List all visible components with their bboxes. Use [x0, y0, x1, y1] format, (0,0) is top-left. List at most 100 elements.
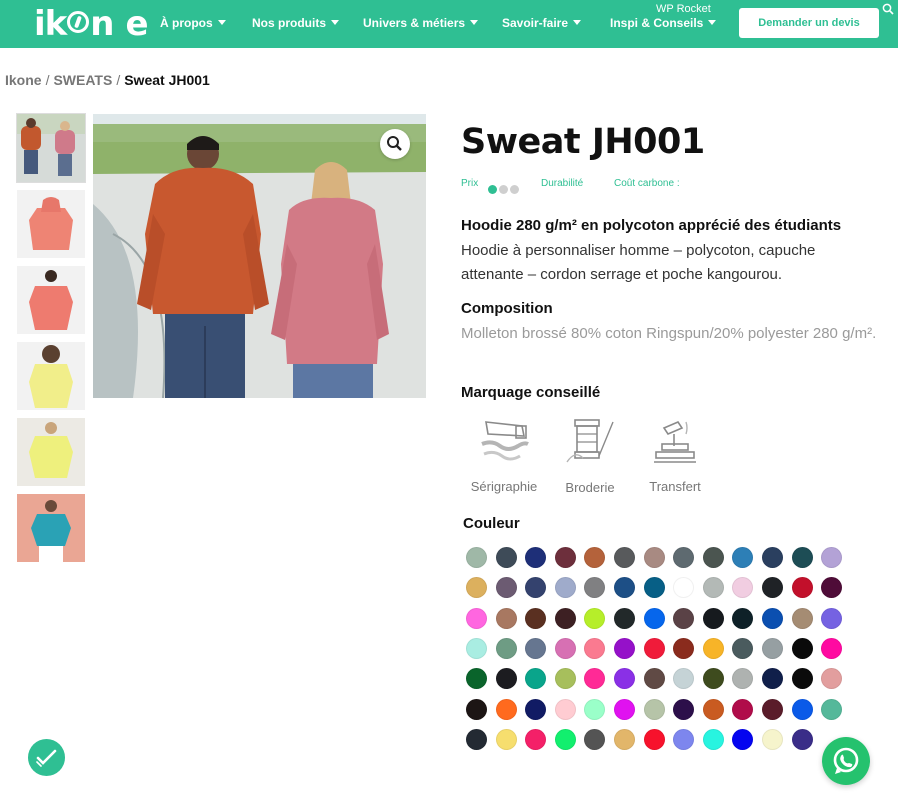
color-swatch[interactable] — [644, 547, 665, 568]
color-swatch[interactable] — [673, 638, 694, 659]
wp-rocket-label[interactable]: WP Rocket — [656, 3, 711, 15]
color-swatch[interactable] — [673, 699, 694, 720]
color-swatch[interactable] — [555, 547, 576, 568]
nav-item-nos-produits[interactable]: Nos produits — [252, 16, 339, 30]
color-swatch[interactable] — [555, 699, 576, 720]
color-swatch[interactable] — [614, 668, 635, 689]
color-swatch[interactable] — [584, 729, 605, 750]
color-swatch[interactable] — [614, 638, 635, 659]
color-swatch[interactable] — [525, 638, 546, 659]
color-swatch[interactable] — [703, 577, 724, 598]
color-swatch[interactable] — [644, 638, 665, 659]
color-swatch[interactable] — [496, 577, 517, 598]
color-swatch[interactable] — [732, 608, 753, 629]
color-swatch[interactable] — [644, 577, 665, 598]
color-swatch[interactable] — [584, 577, 605, 598]
color-swatch[interactable] — [792, 577, 813, 598]
color-swatch[interactable] — [673, 729, 694, 750]
color-swatch[interactable] — [584, 547, 605, 568]
color-swatch[interactable] — [584, 608, 605, 629]
color-swatch[interactable] — [762, 577, 783, 598]
color-swatch[interactable] — [466, 729, 487, 750]
color-swatch[interactable] — [762, 638, 783, 659]
color-swatch[interactable] — [555, 729, 576, 750]
color-swatch[interactable] — [466, 577, 487, 598]
color-swatch[interactable] — [525, 608, 546, 629]
color-swatch[interactable] — [496, 547, 517, 568]
color-swatch[interactable] — [703, 668, 724, 689]
color-swatch[interactable] — [525, 577, 546, 598]
color-swatch[interactable] — [555, 668, 576, 689]
color-swatch[interactable] — [555, 608, 576, 629]
nav-item-inspi-conseils[interactable]: Inspi & Conseils — [610, 16, 717, 30]
color-swatch[interactable] — [821, 699, 842, 720]
nav-item-univers-metiers[interactable]: Univers & métiers — [363, 16, 479, 30]
color-swatch[interactable] — [614, 699, 635, 720]
color-swatch[interactable] — [703, 547, 724, 568]
product-thumbnail[interactable] — [17, 342, 85, 410]
breadcrumb-home[interactable]: Ikone — [5, 72, 42, 88]
color-swatch[interactable] — [792, 668, 813, 689]
breadcrumb-category[interactable]: SWEATS — [53, 72, 112, 88]
nav-item-a-propos[interactable]: À propos — [160, 16, 226, 30]
color-swatch[interactable] — [496, 608, 517, 629]
product-thumbnail[interactable] — [17, 418, 85, 486]
color-swatch[interactable] — [703, 729, 724, 750]
color-swatch[interactable] — [792, 608, 813, 629]
color-swatch[interactable] — [555, 638, 576, 659]
color-swatch[interactable] — [703, 638, 724, 659]
color-swatch[interactable] — [525, 668, 546, 689]
color-swatch[interactable] — [703, 699, 724, 720]
color-swatch[interactable] — [644, 699, 665, 720]
product-main-image[interactable] — [93, 114, 426, 398]
product-thumbnail[interactable] — [16, 113, 86, 183]
color-swatch[interactable] — [732, 668, 753, 689]
search-icon[interactable] — [882, 3, 894, 15]
color-swatch[interactable] — [466, 668, 487, 689]
color-swatch[interactable] — [792, 638, 813, 659]
color-swatch[interactable] — [614, 608, 635, 629]
brand-logo[interactable]: ik n e — [34, 5, 149, 43]
color-swatch[interactable] — [821, 668, 842, 689]
color-swatch[interactable] — [762, 729, 783, 750]
color-swatch[interactable] — [525, 547, 546, 568]
color-swatch[interactable] — [496, 699, 517, 720]
color-swatch[interactable] — [762, 608, 783, 629]
color-swatch[interactable] — [762, 547, 783, 568]
color-swatch[interactable] — [466, 638, 487, 659]
color-swatch[interactable] — [703, 608, 724, 629]
color-swatch[interactable] — [821, 577, 842, 598]
color-swatch[interactable] — [525, 729, 546, 750]
color-swatch[interactable] — [496, 729, 517, 750]
color-swatch[interactable] — [466, 608, 487, 629]
trust-badge-button[interactable] — [28, 739, 65, 776]
color-swatch[interactable] — [644, 608, 665, 629]
color-swatch[interactable] — [821, 547, 842, 568]
color-swatch[interactable] — [732, 547, 753, 568]
color-swatch[interactable] — [496, 668, 517, 689]
color-swatch[interactable] — [644, 668, 665, 689]
product-thumbnail[interactable] — [17, 266, 85, 334]
color-swatch[interactable] — [614, 729, 635, 750]
zoom-button[interactable] — [380, 129, 410, 159]
color-swatch[interactable] — [732, 577, 753, 598]
color-swatch[interactable] — [466, 699, 487, 720]
color-swatch[interactable] — [584, 699, 605, 720]
color-swatch[interactable] — [732, 638, 753, 659]
color-swatch[interactable] — [644, 729, 665, 750]
color-swatch[interactable] — [673, 547, 694, 568]
color-swatch[interactable] — [792, 547, 813, 568]
color-swatch[interactable] — [496, 638, 517, 659]
color-swatch[interactable] — [584, 638, 605, 659]
product-thumbnail[interactable] — [17, 190, 85, 258]
color-swatch[interactable] — [762, 699, 783, 720]
color-swatch[interactable] — [732, 699, 753, 720]
product-thumbnail[interactable] — [17, 494, 85, 562]
color-swatch[interactable] — [673, 668, 694, 689]
color-swatch[interactable] — [762, 668, 783, 689]
color-swatch[interactable] — [555, 577, 576, 598]
color-swatch[interactable] — [821, 638, 842, 659]
color-swatch[interactable] — [673, 608, 694, 629]
color-swatch[interactable] — [614, 547, 635, 568]
color-swatch[interactable] — [732, 729, 753, 750]
